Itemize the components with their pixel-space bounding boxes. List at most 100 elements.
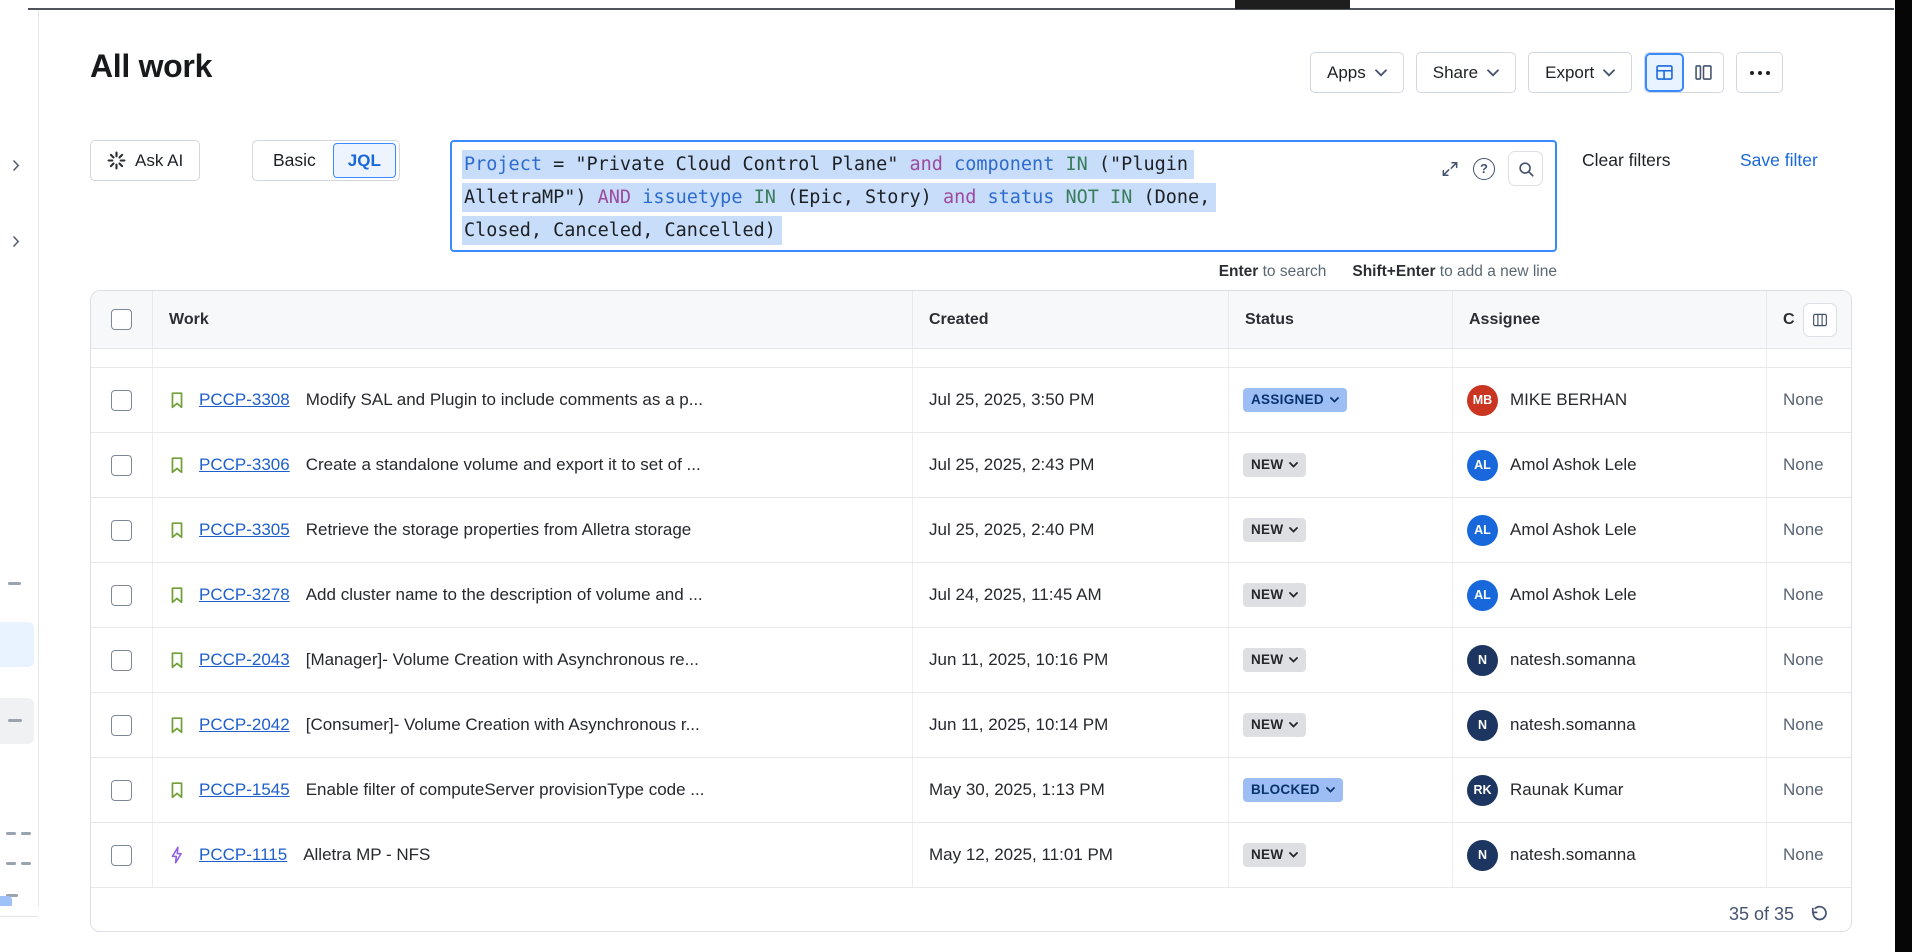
export-button-label: Export (1545, 63, 1594, 83)
window-top-border (28, 8, 1894, 10)
row-checkbox-cell (91, 563, 153, 627)
query-hint: Enter to searchShift+Enter to add a new … (450, 263, 1557, 281)
hint-shift-key: Shift+Enter (1352, 263, 1435, 280)
clear-filters-button[interactable]: Clear filters (1582, 150, 1671, 171)
issue-summary: [Consumer]- Volume Creation with Asynchr… (306, 715, 700, 735)
status-label: NEW (1251, 653, 1283, 667)
category-cell: None (1767, 628, 1851, 692)
issue-key-link[interactable]: PCCP-2042 (199, 715, 290, 735)
status-label: NEW (1251, 848, 1283, 862)
screen-right-edge (1895, 0, 1912, 952)
table-row[interactable]: PCCP-3308 Modify SAL and Plugin to inclu… (91, 368, 1851, 433)
table-row[interactable]: PCCP-3278 Add cluster name to the descri… (91, 563, 1851, 628)
sidebar-item-stub[interactable] (6, 832, 16, 835)
expand-icon[interactable] (1440, 159, 1460, 179)
avatar: N (1467, 840, 1498, 871)
table-footer: 35 of 35 (91, 888, 1851, 932)
table-row[interactable]: PCCP-3306 Create a standalone volume and… (91, 433, 1851, 498)
issue-key-link[interactable]: PCCP-3306 (199, 455, 290, 475)
status-badge[interactable]: NEW (1243, 648, 1306, 672)
chevron-right-icon[interactable] (13, 160, 20, 171)
status-badge[interactable]: BLOCKED (1243, 778, 1343, 802)
page-title: All work (90, 48, 212, 85)
category-cell: None (1767, 693, 1851, 757)
row-checkbox[interactable] (111, 715, 132, 736)
status-badge[interactable]: NEW (1243, 843, 1306, 867)
column-header-truncated-label[interactable]: C (1783, 311, 1795, 329)
issue-key-link[interactable]: PCCP-3305 (199, 520, 290, 540)
sidebar-item-stub[interactable] (21, 832, 31, 835)
column-header-truncated: C (1767, 291, 1852, 348)
save-filter-button[interactable]: Save filter (1740, 150, 1818, 171)
table-view-button[interactable] (1645, 53, 1684, 92)
table-body: PCCP-3308 Modify SAL and Plugin to inclu… (91, 368, 1851, 888)
row-checkbox[interactable] (111, 845, 132, 866)
column-header-work[interactable]: Work (153, 291, 913, 348)
table-row[interactable]: PCCP-1115 Alletra MP - NFS May 12, 2025,… (91, 823, 1851, 888)
ask-ai-button[interactable]: Ask AI (90, 140, 200, 181)
apps-button[interactable]: Apps (1310, 52, 1404, 93)
assignee-name: MIKE BERHAN (1510, 390, 1627, 410)
chevron-down-icon (1487, 69, 1499, 77)
export-button[interactable]: Export (1528, 52, 1632, 93)
split-view-button[interactable] (1684, 53, 1723, 92)
category-cell: None (1767, 433, 1851, 497)
table-row[interactable]: PCCP-2043 [Manager]- Volume Creation wit… (91, 628, 1851, 693)
status-badge[interactable]: NEW (1243, 583, 1306, 607)
row-checkbox[interactable] (111, 650, 132, 671)
table-row[interactable]: PCCP-3305 Retrieve the storage propertie… (91, 498, 1851, 563)
work-cell: PCCP-1115 Alletra MP - NFS (153, 823, 913, 887)
search-icon (1517, 160, 1535, 178)
chevron-down-icon (1289, 722, 1298, 728)
issue-key-link[interactable]: PCCP-3308 (199, 390, 290, 410)
row-checkbox[interactable] (111, 390, 132, 411)
columns-icon (1811, 311, 1829, 329)
issue-key-link[interactable]: PCCP-1115 (199, 845, 287, 865)
sidebar-item-stub[interactable] (21, 862, 31, 865)
jql-query-input[interactable]: Project = "Private Cloud Control Plane" … (450, 140, 1557, 252)
status-badge[interactable]: NEW (1243, 518, 1306, 542)
work-cell: PCCP-3308 Modify SAL and Plugin to inclu… (153, 368, 913, 432)
chevron-down-icon (1289, 462, 1298, 468)
work-cell: PCCP-1545 Enable filter of computeServer… (153, 758, 913, 822)
assignee-name: natesh.somanna (1510, 715, 1636, 735)
status-badge[interactable]: NEW (1243, 713, 1306, 737)
run-search-button[interactable] (1508, 151, 1543, 186)
column-header-status[interactable]: Status (1229, 291, 1453, 348)
jql-mode-button[interactable]: JQL (333, 143, 396, 178)
chevron-right-icon[interactable] (13, 236, 20, 247)
category-value: None (1783, 455, 1824, 475)
issue-key-link[interactable]: PCCP-1545 (199, 780, 290, 800)
category-cell: None (1767, 498, 1851, 562)
row-checkbox[interactable] (111, 585, 132, 606)
sidebar-item-hover[interactable] (0, 698, 34, 744)
column-header-created[interactable]: Created (913, 291, 1229, 348)
sidebar-item-active[interactable] (0, 622, 34, 667)
issue-summary: Create a standalone volume and export it… (306, 455, 701, 475)
help-icon[interactable] (1473, 158, 1495, 180)
table-row[interactable]: PCCP-1545 Enable filter of computeServer… (91, 758, 1851, 823)
row-checkbox[interactable] (111, 780, 132, 801)
issue-key-link[interactable]: PCCP-3278 (199, 585, 290, 605)
configure-columns-button[interactable] (1803, 303, 1837, 337)
issue-key-link[interactable]: PCCP-2043 (199, 650, 290, 670)
row-checkbox[interactable] (111, 455, 132, 476)
row-checkbox[interactable] (111, 520, 132, 541)
table-row[interactable]: PCCP-2042 [Consumer]- Volume Creation wi… (91, 693, 1851, 758)
refresh-button[interactable] (1808, 904, 1829, 925)
column-header-assignee[interactable]: Assignee (1453, 291, 1767, 348)
split-view-icon (1693, 62, 1714, 83)
more-actions-button[interactable] (1736, 52, 1783, 93)
sidebar-item-stub[interactable] (6, 862, 16, 865)
work-cell: PCCP-2042 [Consumer]- Volume Creation wi… (153, 693, 913, 757)
category-cell: None (1767, 563, 1851, 627)
sidebar-item-stub[interactable] (8, 582, 21, 585)
status-badge[interactable]: NEW (1243, 453, 1306, 477)
select-all-checkbox[interactable] (111, 309, 132, 330)
assignee-name: natesh.somanna (1510, 650, 1636, 670)
basic-mode-button[interactable]: Basic (256, 150, 333, 171)
sidebar-collapsed (0, 10, 39, 906)
status-badge[interactable]: ASSIGNED (1243, 388, 1347, 412)
created-date: Jun 11, 2025, 10:16 PM (929, 650, 1108, 670)
share-button[interactable]: Share (1416, 52, 1516, 93)
